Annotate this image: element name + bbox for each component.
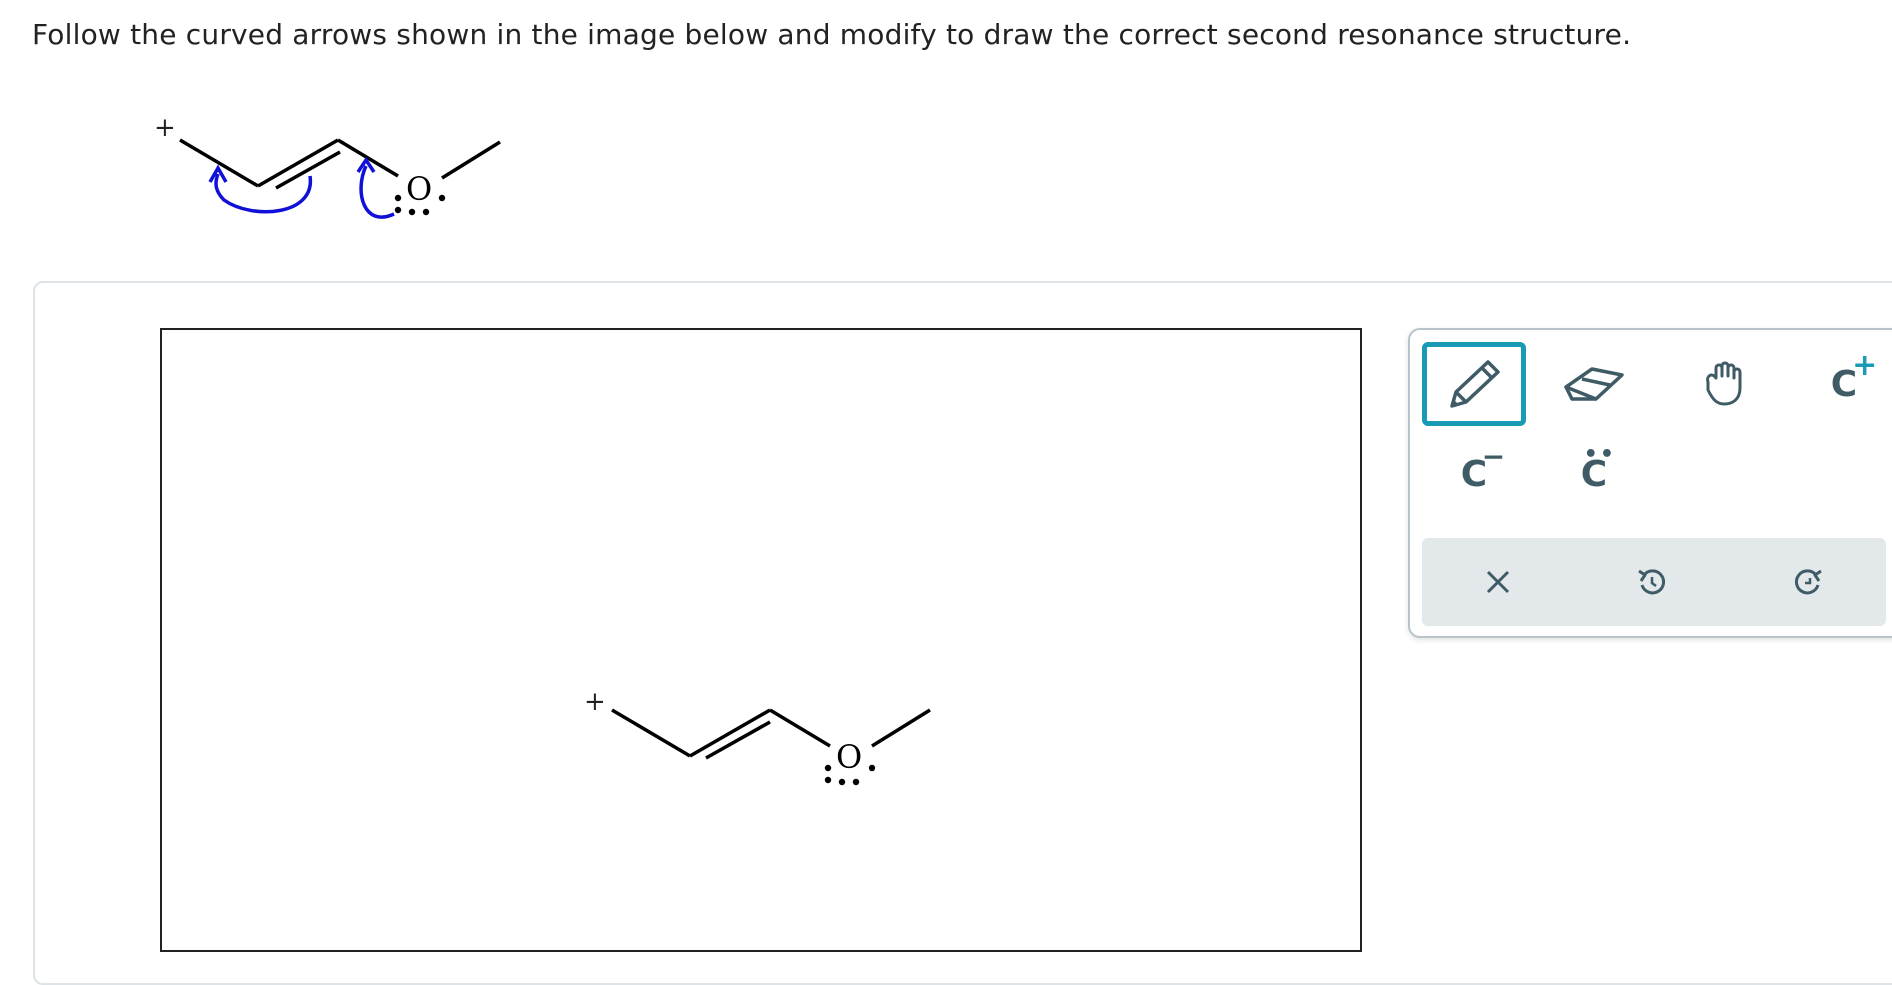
bond xyxy=(179,138,259,188)
carbocation-icon: C + xyxy=(1830,347,1878,405)
lone-pair-dot xyxy=(394,194,402,202)
bond[interactable] xyxy=(769,708,831,748)
editable-structure[interactable]: + O xyxy=(580,680,1100,940)
bond[interactable] xyxy=(871,708,931,748)
lone-pair-dot xyxy=(394,206,402,214)
pencil-icon xyxy=(1450,360,1500,408)
lone-pair-dot xyxy=(824,764,832,772)
curved-arrow xyxy=(214,173,312,214)
carbanion-icon: C − xyxy=(1460,439,1506,495)
bond[interactable] xyxy=(689,708,771,758)
close-icon xyxy=(1486,570,1510,594)
undo-icon xyxy=(1638,569,1666,595)
eraser-tool-button[interactable] xyxy=(1542,342,1646,426)
action-bar xyxy=(1422,538,1886,626)
redo-button[interactable] xyxy=(1768,552,1848,612)
lone-pair-dot xyxy=(438,194,446,202)
pencil-tool-button[interactable] xyxy=(1422,342,1526,426)
lone-pair-dot xyxy=(852,778,860,786)
redo-icon xyxy=(1794,569,1822,595)
oxygen-atom[interactable]: O xyxy=(836,738,862,776)
lone-pair-icon: C •• xyxy=(1580,441,1616,495)
hand-tool-button[interactable] xyxy=(1672,342,1776,426)
carbanion-tool-button[interactable]: C − xyxy=(1422,432,1526,516)
bond xyxy=(257,138,339,188)
drawing-toolbar: C + C − C •• xyxy=(1408,328,1892,638)
curved-arrow xyxy=(359,165,395,219)
clear-button[interactable] xyxy=(1458,552,1538,612)
lone-pair-dot xyxy=(838,778,846,786)
lone-pair-dot xyxy=(422,208,430,216)
carbocation-tool-button[interactable]: C + xyxy=(1792,342,1892,426)
bond xyxy=(441,140,501,180)
lone-pair-tool-button[interactable]: C •• xyxy=(1542,432,1646,516)
bond xyxy=(337,138,399,178)
lone-pair-dot xyxy=(824,776,832,784)
hand-icon xyxy=(1706,361,1742,406)
carbocation-charge: + xyxy=(154,113,176,143)
carbocation-charge[interactable]: + xyxy=(584,687,606,717)
eraser-icon xyxy=(1564,367,1624,401)
lone-pair-dot xyxy=(868,764,876,772)
question-prompt: Follow the curved arrows shown in the im… xyxy=(32,18,1632,51)
lone-pair-dot xyxy=(408,208,416,216)
oxygen-atom: O xyxy=(406,170,432,208)
bond[interactable] xyxy=(611,708,691,758)
undo-button[interactable] xyxy=(1612,552,1692,612)
question-structure: + O xyxy=(154,113,501,219)
